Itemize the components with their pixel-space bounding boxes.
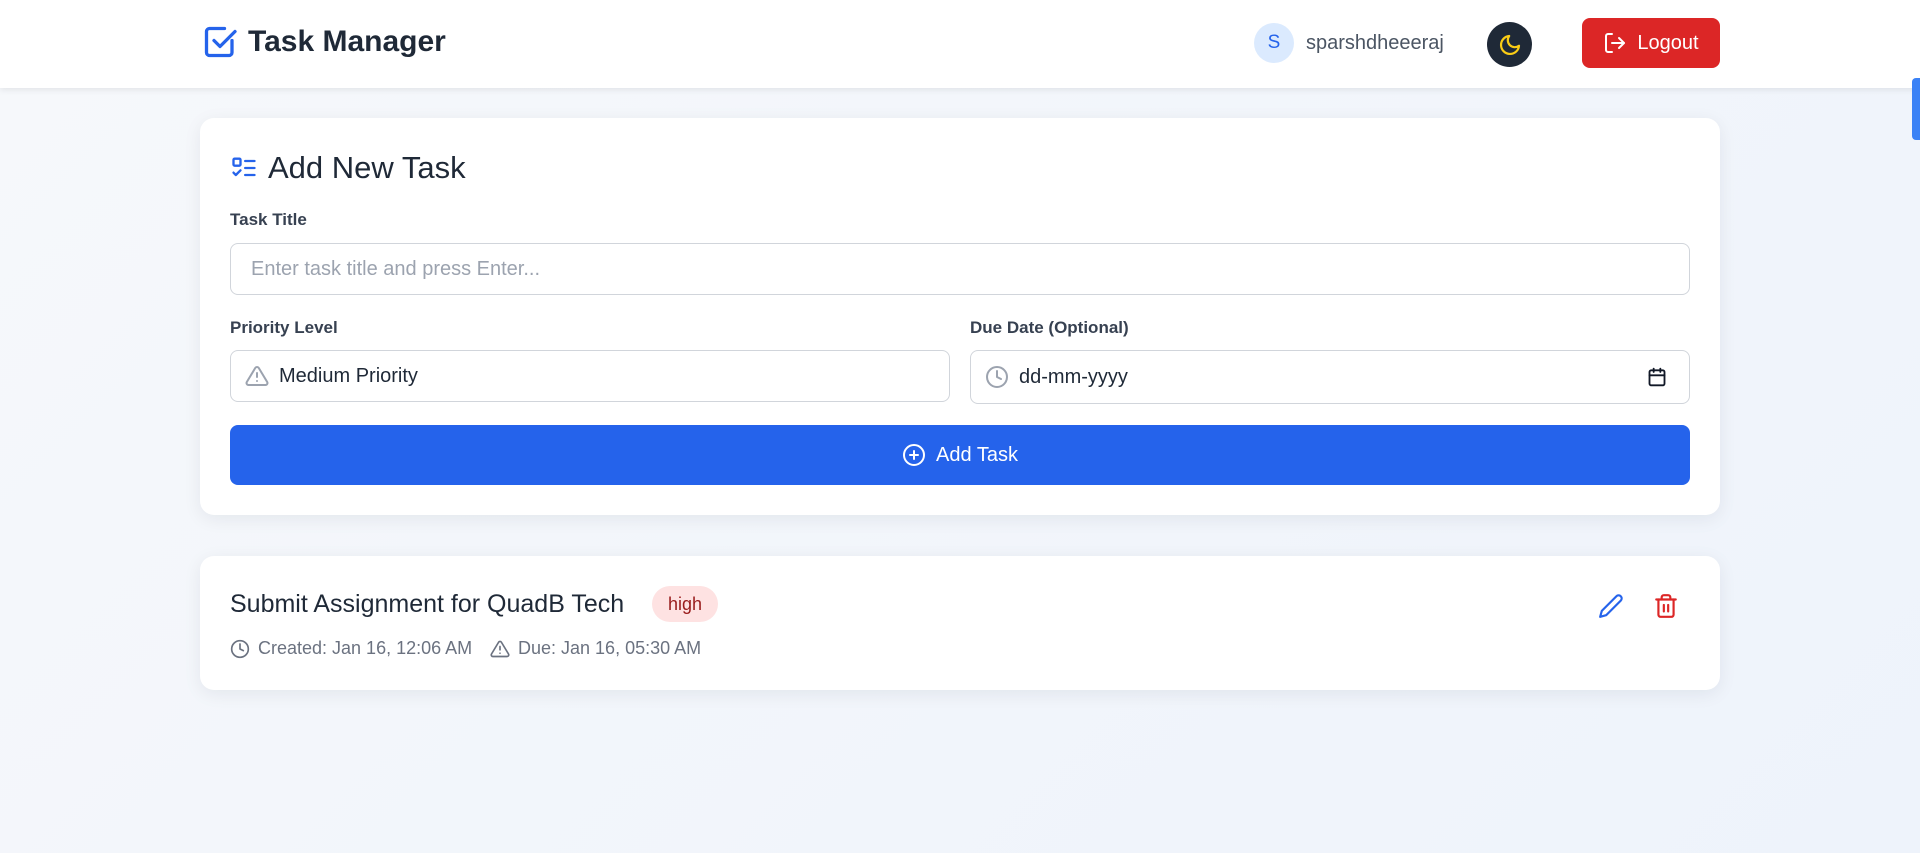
add-task-button[interactable]: Add Task <box>230 425 1690 485</box>
list-check-icon <box>232 157 256 177</box>
priority-badge: high <box>652 586 719 622</box>
app-header: Task Manager S sparshdheeeraj Logout <box>0 0 1920 88</box>
task-created-text: Created: Jan 16, 12:06 AM <box>258 638 473 658</box>
task-due: Due: Jan 16, 05:30 AM <box>490 638 701 659</box>
clock-icon <box>986 366 1008 388</box>
form-heading: Add New Task <box>230 150 466 186</box>
due-date-input[interactable]: dd-mm-yyyy <box>970 350 1690 404</box>
priority-label: Priority Level <box>230 318 338 337</box>
task-created: Created: Jan 16, 12:06 AM <box>230 638 472 659</box>
form-heading-text: Add New Task <box>268 150 466 185</box>
warning-triangle-icon <box>245 365 269 386</box>
task-title-placeholder: Enter task title and press Enter... <box>251 257 541 280</box>
task-title-input[interactable]: Enter task title and press Enter... <box>230 243 1690 295</box>
task-card: Submit Assignment for QuadB Tech high Cr… <box>200 556 1720 690</box>
moon-icon <box>1499 34 1520 55</box>
task-title-label: Task Title <box>230 210 307 229</box>
delete-task-button[interactable] <box>1650 590 1682 622</box>
edit-task-button[interactable] <box>1595 590 1627 622</box>
logout-icon <box>1605 33 1626 53</box>
warning-triangle-icon <box>490 640 510 657</box>
theme-toggle-button[interactable] <box>1487 22 1532 67</box>
trash-icon <box>1655 594 1677 618</box>
app-title: Task Manager <box>248 25 446 58</box>
pencil-icon <box>1599 594 1623 618</box>
task-title: Submit Assignment for QuadB Tech <box>230 590 625 618</box>
avatar: S <box>1254 23 1294 63</box>
plus-circle-icon <box>903 444 926 466</box>
brand: Task Manager <box>202 24 446 60</box>
clock-icon <box>230 639 250 658</box>
username: sparshdheeeraj <box>1306 31 1444 54</box>
due-date-placeholder: dd-mm-yyyy <box>1019 365 1128 388</box>
side-scroll-tab[interactable] <box>1912 78 1920 140</box>
logout-button[interactable]: Logout <box>1582 18 1720 68</box>
due-date-label: Due Date (Optional) <box>970 318 1129 337</box>
add-task-card: Add New Task Task Title Enter task title… <box>200 118 1720 515</box>
user-info: S sparshdheeeraj <box>1254 23 1444 63</box>
calendar-icon[interactable] <box>1647 367 1667 387</box>
priority-value: Medium Priority <box>279 364 418 387</box>
task-due-text: Due: Jan 16, 05:30 AM <box>518 638 702 658</box>
checkbox-icon <box>204 26 237 58</box>
logout-label: Logout <box>1637 31 1699 54</box>
priority-select[interactable]: Medium Priority <box>230 350 950 402</box>
add-task-label: Add Task <box>936 443 1018 466</box>
